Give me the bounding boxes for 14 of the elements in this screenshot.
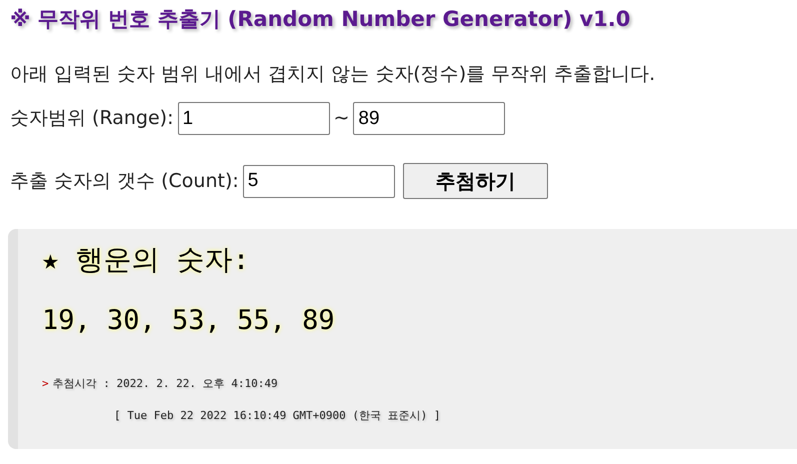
range-label: 숫자범위 (Range): [10,106,174,132]
count-field[interactable]: 5 [242,164,395,198]
range-to-field[interactable]: 89 [353,102,506,135]
description-text: 아래 입력된 숫자 범위 내에서 겹치지 않는 숫자(정수)를 무작위 추출합니다. [10,62,656,86]
result-heading: ★ 행운의 숫자: [42,242,250,278]
draw-button[interactable]: 추첨하기 [402,163,548,199]
page-title: ※ 무작위 번호 추출기 (Random Number Generator) v1.0 [10,6,630,33]
range-separator: ~ [334,106,350,132]
marker-text: > [42,376,49,392]
full-timestamp-text: [ Tue Feb 22 2022 16:10:49 GMT+0900 (한국 표준시) ] [114,409,441,422]
range-from-field[interactable]: 1 [178,102,330,135]
lucky-numbers: 19, 30, 53, 55, 89 [42,304,335,338]
draw-time-text: 추첨시각 : 2022. 2. 22. 오후 4:10:49 [52,376,278,392]
count-label: 추출 숫자의 갯수 (Count): [10,168,239,194]
